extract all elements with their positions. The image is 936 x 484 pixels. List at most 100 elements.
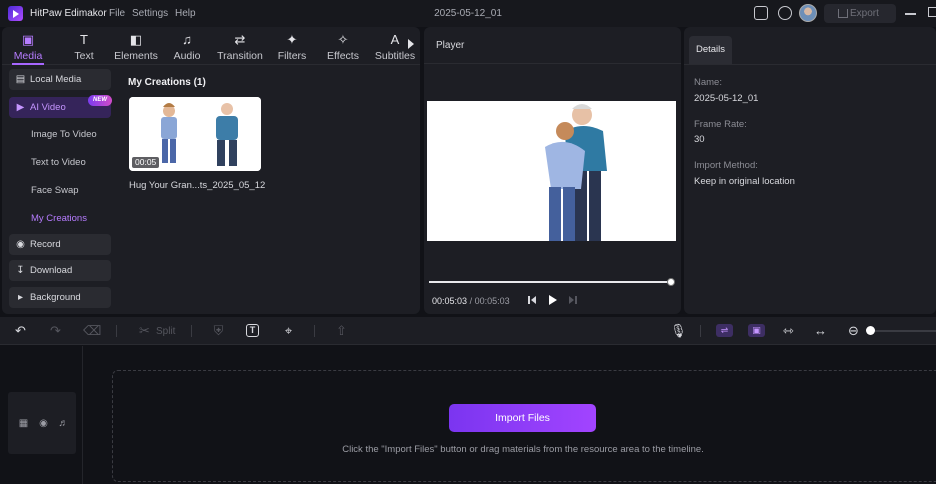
split-label[interactable]: Split: [156, 326, 175, 337]
app-logo-icon: [8, 6, 23, 21]
active-tab-indicator: [12, 63, 44, 65]
undo-icon[interactable]: ↶: [13, 323, 28, 338]
tab-filters[interactable]: ✦ Filters: [274, 29, 310, 63]
previous-frame-icon[interactable]: [526, 294, 538, 306]
section-title: My Creations (1): [128, 77, 206, 88]
avatar[interactable]: [799, 4, 817, 22]
player-preview[interactable]: [427, 101, 676, 241]
tab-details[interactable]: Details: [689, 36, 732, 64]
folder-icon: ▤: [15, 74, 26, 85]
menu-help[interactable]: Help: [175, 8, 196, 19]
details-panel: Details Name: 2025-05-12_01 Frame Rate: …: [684, 27, 936, 314]
duration-badge: 00:05: [132, 157, 160, 168]
subtitles-icon: A: [390, 32, 400, 47]
preview-frame: [427, 101, 676, 241]
timecode: 00:05:03 / 00:05:03: [432, 296, 510, 306]
audio-icon: ♫: [182, 32, 192, 47]
playback-handle[interactable]: [667, 278, 675, 286]
timeline-toolbar: ↶ ↷ ⌫ ✂ Split ⛨ T ⌖ ⇧ 🎙 ⇌ ▣ ⇿ ↔ ⊖: [0, 317, 936, 345]
sidebar-item-local-media[interactable]: ▤ Local Media: [9, 69, 111, 90]
media-panel: ▣ Media T Text ◧ Elements ♫ Audio ⇄ Tran…: [2, 27, 420, 314]
tab-media[interactable]: ▣ Media: [8, 29, 48, 63]
delete-icon[interactable]: ⌫: [83, 323, 101, 338]
transition-icon: ⇄: [234, 32, 246, 47]
tab-transition[interactable]: ⇄ Transition: [214, 29, 266, 63]
sidebar-item-text-to-video[interactable]: Text to Video: [9, 153, 111, 173]
toolbar-divider: [116, 325, 117, 337]
export-button[interactable]: Export: [824, 4, 896, 23]
zoom-out-icon[interactable]: ⊖: [846, 323, 861, 338]
import-method-value: Keep in original location: [694, 176, 795, 187]
filters-icon: ✦: [286, 32, 298, 47]
frame-rate-value: 30: [694, 134, 705, 145]
playback-progress-bar[interactable]: [429, 281, 671, 283]
tab-text[interactable]: T Text: [64, 29, 104, 63]
name-value: 2025-05-12_01: [694, 93, 759, 104]
total-time: / 00:05:03: [469, 296, 510, 306]
shield-icon[interactable]: ⛨: [211, 323, 226, 338]
sidebar-item-ai-video[interactable]: ▶ AI Video NEW: [9, 95, 112, 118]
media-thumbnail[interactable]: 00:05: [129, 97, 261, 171]
fit-timeline-icon[interactable]: ↔: [813, 323, 828, 338]
download-icon[interactable]: [778, 6, 792, 20]
ai-video-icon: ▶: [16, 102, 25, 113]
crop-icon[interactable]: ⌖: [281, 323, 296, 338]
player-panel: Player 00:05:03 / 00:05:03: [424, 27, 681, 314]
title-bar: HitPaw Edimakor File Settings Help 2025-…: [0, 0, 936, 27]
media-tabbar: ▣ Media T Text ◧ Elements ♫ Audio ⇄ Tran…: [2, 27, 420, 65]
timeline-area: ▦ ◉ ♬ Import Files Click the "Import Fil…: [0, 346, 936, 484]
media-icon: ▣: [21, 32, 35, 47]
download-icon: ↧: [16, 265, 25, 276]
frame-rate-label: Frame Rate:: [694, 119, 747, 130]
sidebar-item-download[interactable]: ↧ Download: [9, 260, 111, 281]
tab-elements[interactable]: ◧ Elements: [112, 29, 160, 63]
import-method-label: Import Method:: [694, 160, 758, 171]
tab-audio[interactable]: ♫ Audio: [168, 29, 206, 63]
elements-icon: ◧: [129, 32, 143, 47]
player-header: Player: [424, 27, 681, 64]
sidebar-item-my-creations[interactable]: My Creations: [9, 209, 111, 229]
text-icon: T: [80, 32, 88, 47]
tabs-scroll-right-icon[interactable]: [408, 39, 414, 49]
maximize-icon[interactable]: [928, 7, 936, 17]
effects-icon: ✧: [337, 32, 349, 47]
menu-file[interactable]: File: [109, 8, 125, 19]
speaker-icon[interactable]: ♬: [56, 416, 71, 431]
ripple-icon[interactable]: ⇿: [781, 323, 796, 338]
toolbar-divider: [314, 325, 315, 337]
name-label: Name:: [694, 77, 722, 88]
zoom-slider-handle[interactable]: [866, 326, 875, 335]
track-divider: [82, 346, 83, 484]
microphone-icon[interactable]: 🎙: [670, 323, 687, 338]
text-tool-icon[interactable]: T: [246, 324, 259, 337]
feedback-icon[interactable]: [754, 6, 768, 20]
import-files-button[interactable]: Import Files: [449, 404, 596, 432]
zoom-slider[interactable]: [872, 330, 936, 332]
details-divider: [684, 64, 936, 65]
sidebar-item-background[interactable]: ▸ Background: [9, 287, 111, 308]
sidebar-item-image-to-video[interactable]: Image To Video: [9, 125, 111, 145]
caret-right-icon: ▸: [17, 292, 24, 303]
redo-icon[interactable]: ↷: [48, 323, 63, 338]
toolbar-divider: [700, 325, 701, 337]
toolbar-divider: [191, 325, 192, 337]
player-title: Player: [436, 40, 465, 51]
eye-icon[interactable]: ◉: [36, 416, 51, 431]
film-icon[interactable]: ▦: [16, 416, 31, 431]
record-icon: ◉: [16, 239, 25, 250]
media-item-name: Hug Your Gran...ts_2025_05_12: [129, 180, 266, 191]
sidebar-item-record[interactable]: ◉ Record: [9, 234, 111, 255]
snap-icon[interactable]: ▣: [748, 324, 765, 337]
sidebar-item-face-swap[interactable]: Face Swap: [9, 181, 111, 201]
play-icon[interactable]: [546, 294, 558, 306]
link-clips-icon[interactable]: ⇌: [716, 324, 733, 337]
new-badge: NEW: [88, 95, 112, 106]
menu-settings[interactable]: Settings: [132, 8, 168, 19]
minimize-icon[interactable]: [905, 13, 916, 15]
import-hint: Click the "Import Files" button or drag …: [342, 444, 704, 455]
tab-effects[interactable]: ✧ Effects: [324, 29, 362, 63]
app-name: HitPaw Edimakor: [30, 8, 107, 19]
next-frame-icon[interactable]: [567, 294, 579, 306]
split-icon[interactable]: ✂: [137, 323, 152, 338]
export-clip-icon[interactable]: ⇧: [334, 323, 349, 338]
